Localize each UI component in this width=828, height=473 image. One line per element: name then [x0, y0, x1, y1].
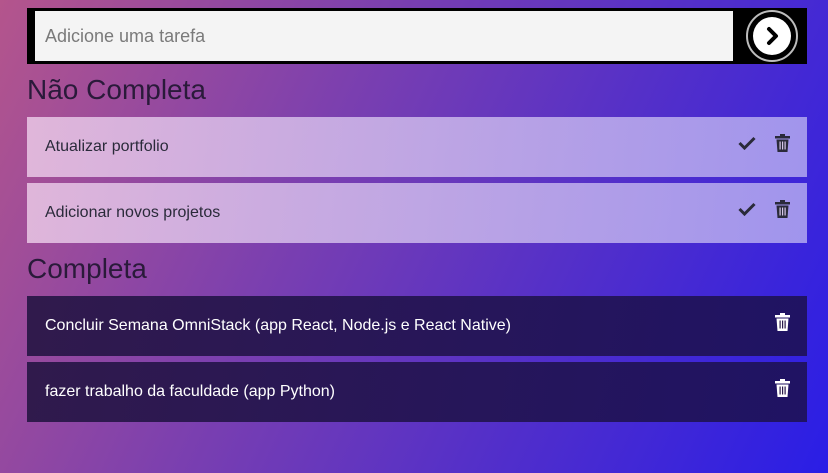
trash-icon[interactable] [772, 312, 792, 332]
completed-section-title: Completa [27, 253, 147, 284]
completed-task-item: fazer trabalho da faculdade (app Python) [27, 362, 807, 422]
add-task-button[interactable] [746, 10, 798, 62]
completed-task-item: Concluir Semana OmniStack (app React, No… [27, 296, 807, 356]
task-text: Concluir Semana OmniStack (app React, No… [45, 317, 511, 334]
trash-icon[interactable] [772, 199, 792, 219]
task-text: Atualizar portfolio [45, 138, 169, 155]
new-task-input[interactable] [35, 11, 733, 61]
pending-task-item: Atualizar portfolio [27, 117, 807, 177]
trash-icon[interactable] [772, 133, 792, 153]
pending-section-title: Não Completa [27, 74, 206, 105]
new-task-form [27, 8, 807, 64]
check-icon[interactable] [737, 133, 757, 153]
task-text: Adicionar novos projetos [45, 204, 221, 221]
task-text: fazer trabalho da faculdade (app Python) [45, 383, 335, 400]
chevron-right-icon [753, 17, 791, 55]
check-icon[interactable] [737, 199, 757, 219]
trash-icon[interactable] [772, 378, 792, 398]
pending-task-item: Adicionar novos projetos [27, 183, 807, 243]
